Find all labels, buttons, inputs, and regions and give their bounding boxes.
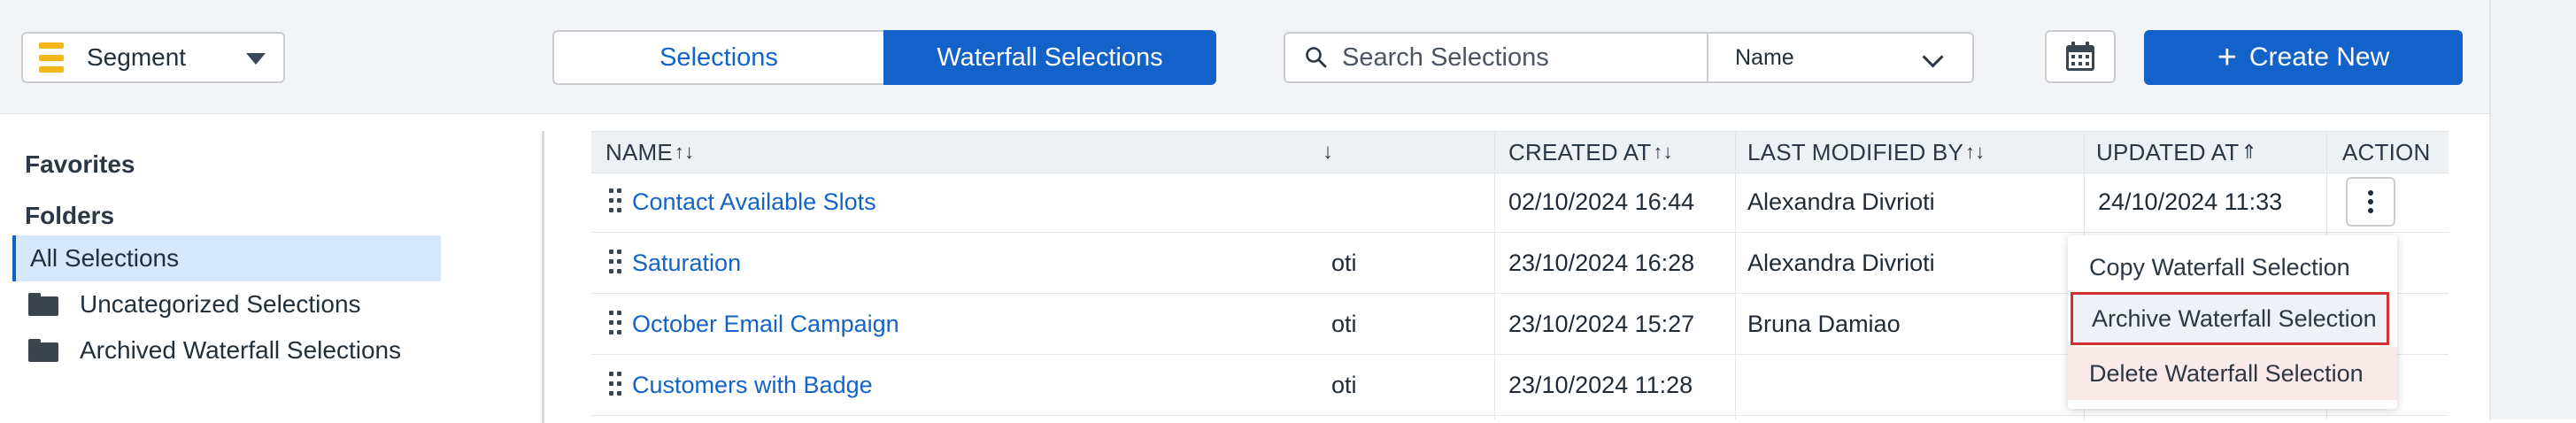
name-cell[interactable]: Contact Available Slots [609,172,876,232]
created-cell: 23/10/2024 11:28 [1508,371,1693,398]
header-updated-at[interactable]: UPDATED AT ⇑ [2096,132,2257,173]
modified-by-cell: Alexandra Divrioti [1747,249,1935,276]
plus-icon: + [2217,39,2237,76]
modified-by-cell: Alexandra Divrioti [1747,188,1935,215]
create-new-label: Create New [2248,42,2390,72]
top-toolbar: Segment Selections Waterfall Selections … [0,0,2489,114]
chevron-down-icon [1922,46,1944,68]
sort-icon: ↑↓ [1965,141,1986,163]
calendar-icon [2066,42,2094,71]
row-actions-button[interactable] [2346,177,2395,227]
menu-item-delete-waterfall-selection[interactable]: Delete Waterfall Selection [2068,347,2397,400]
folders-heading: Folders [25,202,115,229]
folder-icon [28,339,58,362]
sort-icon: ↑↓ [1653,141,1673,163]
name-cell[interactable]: Saturation [609,233,741,293]
folder-icon [28,293,58,316]
name-cell[interactable]: October Email Campaign [609,294,899,354]
created-cell: 23/10/2024 16:28 [1508,249,1695,276]
sidebar-item-archived-waterfall[interactable]: Archived Waterfall Selections [12,327,441,373]
view-tabs: Selections Waterfall Selections [552,30,1216,85]
header-action: ACTION [2342,138,2431,165]
sidebar-item-all-selections[interactable]: All Selections [12,235,441,281]
updated-cell: 24/10/2024 11:33 [2098,188,2283,215]
menu-item-copy-waterfall-selection[interactable]: Copy Waterfall Selection [2068,241,2397,294]
search-field-select[interactable]: Name [1707,32,1974,83]
table-header: NAME ↑↓ ↓ CREATED AT ↑↓ LAST MODIFIED BY ↑↓… [591,131,2449,173]
header-last-modified-by[interactable]: LAST MODIFIED BY ↑↓ [1747,132,1985,173]
sidebar-item-label: Uncategorized Selections [80,290,361,318]
caret-down-icon [246,53,266,65]
segment-label: Segment [87,43,187,71]
page-scroll-gutter [2489,0,2576,419]
header-created-at[interactable]: CREATED AT ↑↓ [1508,132,1673,173]
search-field-value: Name [1735,44,1794,70]
create-new-button[interactable]: + Create New [2144,30,2463,85]
table-row[interactable]: Contact Available Slots 02/10/2024 16:44… [591,172,2449,233]
drag-handle-icon[interactable] [609,311,621,337]
favorites-heading: Favorites [25,150,135,178]
col2-cell: oti [1331,371,1357,398]
menu-item-archive-waterfall-selection[interactable]: Archive Waterfall Selection [2071,292,2389,345]
drag-handle-icon[interactable] [609,188,621,215]
row-actions-menu: Copy Waterfall Selection Archive Waterfa… [2068,235,2397,409]
name-cell[interactable]: Customers with Badge [609,355,873,415]
search-icon [1306,47,1327,68]
drag-handle-icon[interactable] [609,372,621,398]
sidebar-item-label: Archived Waterfall Selections [80,336,402,364]
search-box [1284,32,1708,83]
tab-selections[interactable]: Selections [552,30,883,85]
header-name[interactable]: NAME ↑↓ [605,132,694,173]
sort-active-icon: ⇑ [2241,141,2258,163]
col2-cell: oti [1331,310,1357,337]
segment-icon [39,42,64,73]
segment-dropdown[interactable]: Segment [21,32,285,83]
modified-by-cell: Bruna Damiao [1747,310,1901,337]
col2-cell: oti [1331,249,1357,276]
sidebar-item-uncategorized[interactable]: Uncategorized Selections [12,281,441,327]
sidebar: Favorites Folders All Selections Uncateg… [0,124,544,423]
created-cell: 02/10/2024 16:44 [1508,188,1695,215]
header-col2[interactable]: ↓ [1323,132,1333,173]
sidebar-divider [542,131,544,423]
calendar-button[interactable] [2045,30,2116,83]
sort-icon: ↑↓ [674,141,695,163]
sort-icon: ↓ [1323,140,1334,164]
drag-handle-icon[interactable] [609,250,621,276]
sidebar-item-label: All Selections [30,244,180,272]
search-input[interactable] [1340,42,1698,73]
created-cell: 23/10/2024 15:27 [1508,310,1695,337]
tab-waterfall-selections[interactable]: Waterfall Selections [883,30,1216,85]
